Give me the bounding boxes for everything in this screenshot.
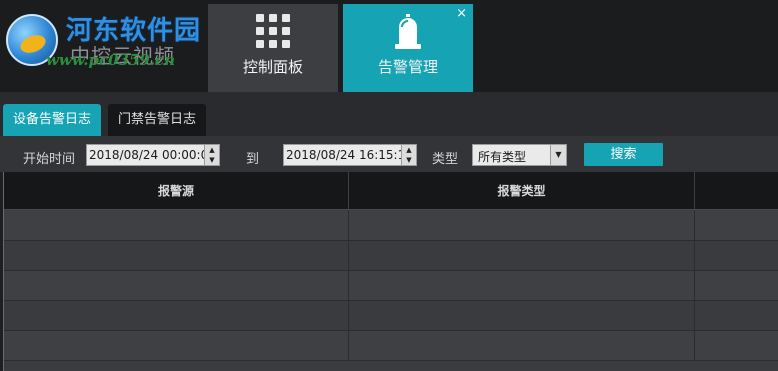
log-tab-strip: 设备告警日志 门禁告警日志 — [0, 92, 778, 136]
alarm-bell-icon — [391, 10, 425, 56]
table-cell — [695, 271, 778, 300]
logo-url: www.pc0359.cn — [46, 51, 176, 69]
top-bar: 河东软件园 中控云视频 www.pc0359.cn 控制面板 告警管理 × — [0, 0, 778, 92]
spin-down-icon[interactable]: ▼ — [205, 155, 219, 165]
tab-access-alarm-log[interactable]: 门禁告警日志 — [108, 104, 206, 136]
type-label: 类型 — [432, 152, 459, 167]
table-cell — [349, 271, 695, 300]
column-header-alarm-type[interactable]: 报警类型 — [349, 172, 695, 210]
alarm-management-label: 告警管理 — [377, 58, 438, 76]
spin-up-icon[interactable]: ▲ — [402, 145, 416, 155]
table-cell — [695, 241, 778, 270]
table-cell — [4, 211, 349, 240]
start-time-field[interactable]: 2018/08/24 00:00:00 ▲ ▼ — [86, 144, 220, 166]
table-cell — [4, 301, 349, 330]
end-time-field[interactable]: 2018/08/24 16:15:13 ▲ ▼ — [283, 144, 417, 166]
table-row[interactable] — [4, 211, 778, 241]
tab-device-alarm-log[interactable]: 设备告警日志 — [3, 104, 101, 136]
search-button[interactable]: 搜索 — [584, 143, 663, 166]
table-row[interactable] — [4, 241, 778, 271]
to-label: 到 — [246, 152, 260, 167]
end-time-value: 2018/08/24 16:15:13 — [286, 148, 413, 162]
chevron-down-icon[interactable]: ▼ — [550, 145, 566, 165]
control-panel-label: 控制面板 — [242, 58, 303, 76]
table-cell — [4, 331, 349, 360]
start-time-label: 开始时间 — [23, 152, 76, 167]
table-cell — [349, 211, 695, 240]
table-cell — [4, 271, 349, 300]
watermark-logo: 河东软件园 中控云视频 www.pc0359.cn — [0, 0, 215, 92]
alarm-log-table: 报警源 报警类型 — [3, 172, 778, 371]
column-header-alarm-source[interactable]: 报警源 — [4, 172, 349, 210]
table-row[interactable] — [4, 331, 778, 361]
alarm-type-select[interactable]: 所有类型 ▼ — [472, 144, 567, 166]
table-cell — [4, 241, 349, 270]
table-cell — [695, 331, 778, 360]
alarm-type-value: 所有类型 — [478, 150, 527, 164]
column-header-extra[interactable] — [695, 172, 778, 210]
table-cell — [695, 301, 778, 330]
table-cell — [695, 211, 778, 240]
table-cell — [349, 301, 695, 330]
start-time-value: 2018/08/24 00:00:00 — [89, 148, 216, 162]
table-row[interactable] — [4, 301, 778, 331]
spin-up-icon[interactable]: ▲ — [205, 145, 219, 155]
end-time-spinner[interactable]: ▲ ▼ — [401, 145, 416, 165]
table-row[interactable] — [4, 271, 778, 301]
filter-bar: 开始时间 2018/08/24 00:00:00 ▲ ▼ 到 2018/08/2… — [0, 136, 778, 172]
table-cell — [349, 331, 695, 360]
table-cell — [349, 241, 695, 270]
spin-down-icon[interactable]: ▼ — [402, 155, 416, 165]
close-tab-icon[interactable]: × — [456, 7, 467, 20]
control-panel-tile[interactable]: 控制面板 — [208, 4, 338, 92]
grid-icon — [256, 14, 290, 48]
start-time-spinner[interactable]: ▲ ▼ — [204, 145, 219, 165]
table-header: 报警源 报警类型 — [4, 172, 778, 210]
alarm-management-tile[interactable]: 告警管理 × — [343, 4, 473, 92]
